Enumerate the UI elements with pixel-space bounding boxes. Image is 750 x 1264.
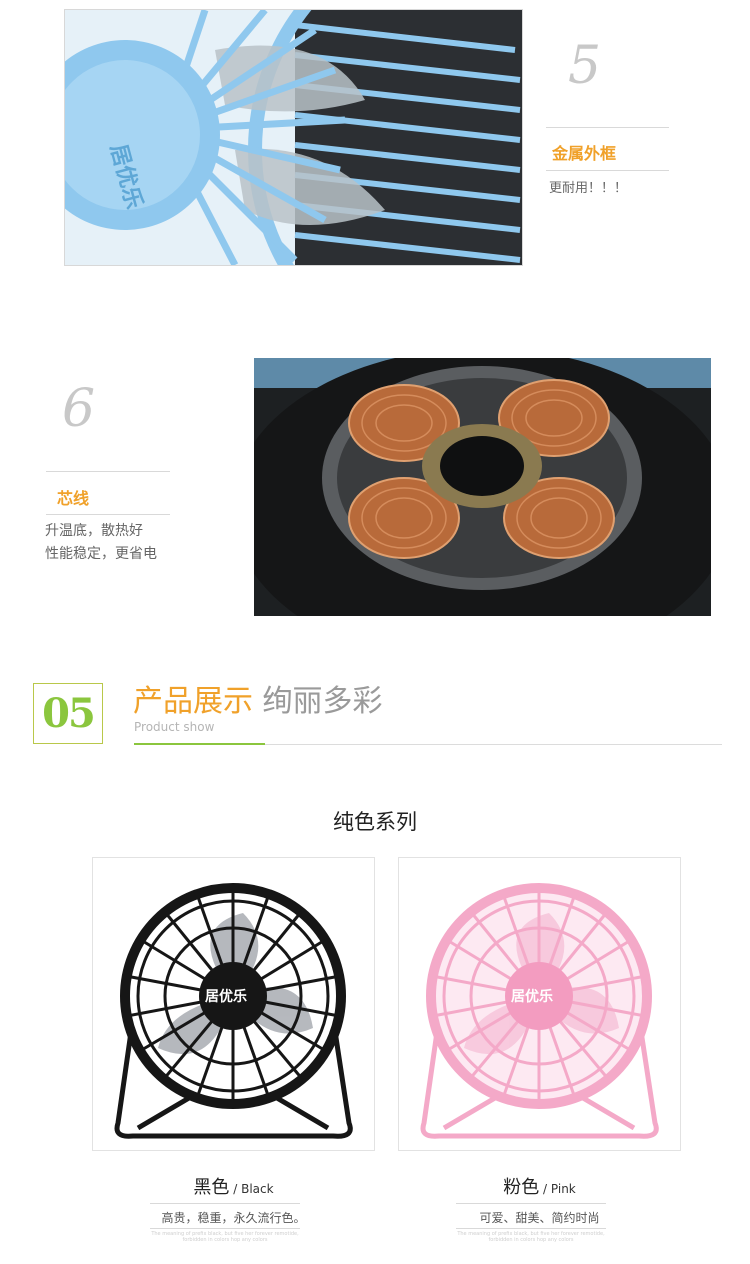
divider [456, 1228, 606, 1229]
feature-desc-line2: 性能稳定，更省电 [45, 546, 157, 562]
product-name-black: 黑色 / Black [193, 1177, 274, 1198]
black-fan-brand-label: 居优乐 [205, 989, 247, 1005]
feature-number-6: 6 [62, 379, 96, 439]
motor-coil-image [254, 358, 711, 616]
divider [546, 170, 669, 171]
blue-fan-closeup-image: 居优乐 [64, 9, 523, 266]
feature-title-metal-frame: 金属外框 [552, 144, 617, 163]
feature-title-core-wire: 芯线 [57, 489, 90, 508]
section-title: 产品展示 绚丽多彩 [133, 676, 383, 720]
divider [546, 127, 669, 128]
section-underline-accent [134, 743, 265, 745]
section-number-badge: 05 [33, 683, 103, 744]
product-name-black-en: Black [241, 1182, 274, 1196]
divider [46, 514, 170, 515]
product-name-pink: 粉色 / Pink [503, 1177, 576, 1198]
pink-fan-brand-label: 居优乐 [511, 989, 553, 1005]
feature-number-5: 5 [568, 36, 602, 96]
feature-desc-line1: 升温底，散热好 [45, 523, 143, 539]
product-name-black-cn: 黑色 [193, 1177, 230, 1198]
product-name-pink-en: Pink [550, 1182, 576, 1196]
blue-fan-illustration [65, 10, 522, 265]
series-title: 纯色系列 [333, 810, 417, 834]
motor-coil-illustration [254, 358, 711, 616]
divider [150, 1228, 300, 1229]
product-card-pink[interactable]: 居优乐 [398, 857, 681, 1151]
product-fineprint-black: The meaning of prefix black, but five he… [151, 1231, 299, 1243]
product-fineprint-pink: The meaning of prefix black, but five he… [457, 1231, 605, 1243]
product-desc-black: 高贵，稳重，永久流行色。 [161, 1211, 306, 1225]
divider [456, 1203, 606, 1204]
divider [46, 471, 170, 472]
product-card-black[interactable]: 居优乐 [92, 857, 375, 1151]
section-title-main: 产品展示 [133, 684, 253, 719]
section-title-accent: 绚丽多彩 [262, 684, 383, 719]
product-name-pink-cn: 粉色 [503, 1177, 540, 1198]
divider [150, 1203, 300, 1204]
feature-desc-metal-frame: 更耐用！！！ [549, 181, 628, 196]
section-subtitle: Product show [134, 720, 215, 734]
product-desc-pink: 可爱、甜美、简约时尚 [479, 1211, 600, 1225]
